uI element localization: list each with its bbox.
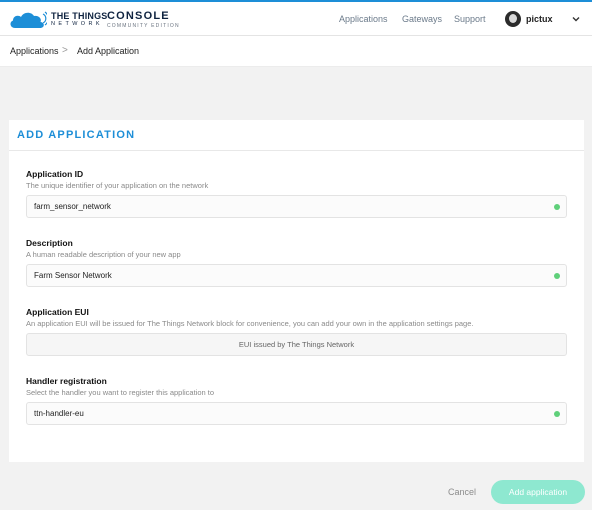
- application-eui-label: Application EUI: [26, 307, 89, 317]
- breadcrumb-applications[interactable]: Applications: [10, 36, 59, 66]
- handler-registration-help: Select the handler you want to register …: [26, 388, 215, 397]
- application-eui-help: An application EUI will be issued for Th…: [26, 319, 474, 328]
- handler-registration-select[interactable]: ttn-handler-eu: [26, 402, 567, 425]
- add-application-button[interactable]: Add application: [491, 480, 585, 504]
- cloud-wifi-icon: [10, 11, 47, 28]
- ttn-logo[interactable]: THE THINGS NETWORK: [9, 10, 108, 30]
- handler-registration-field: Handler registration Select the handler …: [26, 376, 567, 425]
- application-eui-value: EUI issued by The Things Network: [238, 340, 355, 349]
- logo-line-2: NETWORK: [51, 21, 103, 28]
- chevron-down-icon[interactable]: [571, 14, 581, 24]
- breadcrumb-add-application: Add Application: [77, 46, 140, 56]
- description-label: Description: [26, 238, 73, 248]
- application-id-help: The unique identifier of your applicatio…: [26, 181, 209, 190]
- breadcrumb-separator: >: [62, 45, 68, 56]
- application-id-input[interactable]: farm_sensor_network: [26, 195, 567, 218]
- card-header: ADD APPLICATION: [9, 120, 584, 151]
- valid-check-icon: [554, 273, 560, 279]
- application-eui-input[interactable]: EUI issued by The Things Network: [26, 333, 567, 356]
- logo-line-1: THE THINGS: [51, 11, 108, 22]
- avatar: [505, 11, 521, 27]
- console-wordmark: CONSOLE COMMUNITY EDITION: [107, 11, 180, 29]
- console-subtitle: COMMUNITY EDITION: [107, 23, 180, 29]
- application-eui-field: Application EUI An application EUI will …: [26, 307, 567, 356]
- breadcrumb: Applications > Add Application: [0, 36, 592, 67]
- description-field: Description A human readable description…: [26, 238, 567, 287]
- description-input[interactable]: Farm Sensor Network: [26, 264, 567, 287]
- cancel-button[interactable]: Cancel: [448, 487, 476, 497]
- handler-registration-label: Handler registration: [26, 376, 107, 386]
- valid-check-icon: [554, 411, 560, 417]
- handler-registration-value: ttn-handler-eu: [34, 409, 84, 418]
- add-application-card: ADD APPLICATION Application ID The uniqu…: [9, 120, 584, 462]
- logo-wordmark: THE THINGS NETWORK: [51, 12, 108, 28]
- application-id-value: farm_sensor_network: [34, 202, 111, 211]
- valid-check-icon: [554, 204, 560, 210]
- nav-gateways[interactable]: Gateways: [402, 2, 442, 36]
- application-id-label: Application ID: [26, 169, 84, 179]
- console-title: CONSOLE: [107, 10, 170, 22]
- top-navigation-bar: THE THINGS NETWORK CONSOLE COMMUNITY EDI…: [0, 0, 592, 36]
- description-value: Farm Sensor Network: [34, 271, 112, 280]
- application-id-field: Application ID The unique identifier of …: [26, 169, 567, 218]
- nav-support[interactable]: Support: [454, 2, 486, 36]
- page-title: ADD APPLICATION: [17, 129, 136, 141]
- user-menu[interactable]: pictux: [505, 11, 553, 27]
- username: pictux: [526, 14, 553, 24]
- description-help: A human readable description of your new…: [26, 250, 181, 259]
- nav-applications[interactable]: Applications: [339, 2, 388, 36]
